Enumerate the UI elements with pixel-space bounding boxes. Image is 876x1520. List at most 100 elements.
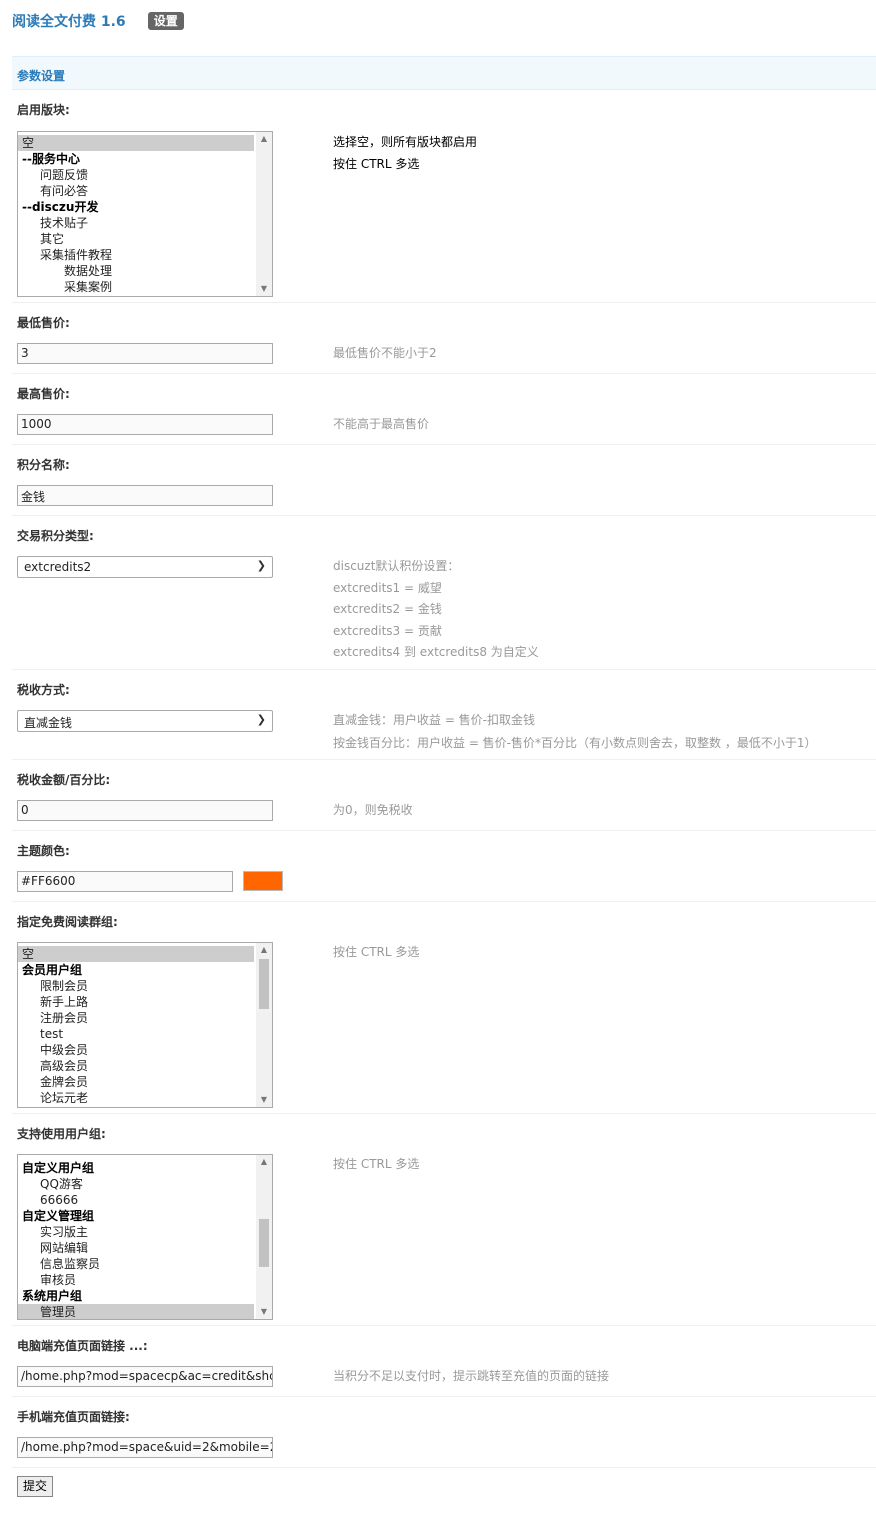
list-option[interactable]: 审核员 [18, 1272, 254, 1288]
divider [12, 669, 876, 670]
list-option[interactable]: 采集案例 [18, 279, 254, 295]
allowed-groups-hint: 按住 CTRL 多选 [333, 1157, 420, 1171]
list-option[interactable]: 高级会员 [18, 1058, 254, 1074]
list-option[interactable]: 限制会员 [18, 978, 254, 994]
divider [12, 759, 876, 760]
forums-label: 启用版块: [17, 103, 70, 117]
tax-mode-value: 直减金钱 [24, 716, 73, 730]
forums-options: 空 --服务中心 问题反馈 有问必答 --disczu开发 技术贴子 其它 采集插件教程 数据处… [18, 132, 272, 295]
list-option[interactable]: --服务中心 [18, 151, 254, 167]
forums-listbox[interactable]: 空 --服务中心 问题反馈 有问必答 --disczu开发 技术贴子 其它 采集插件教程 数据处… [17, 131, 273, 297]
scroll-down-arrow-icon[interactable]: ▼ [256, 1305, 272, 1319]
divider [12, 302, 876, 303]
divider [12, 515, 876, 516]
forums-hint-ctrl: 按住 CTRL 多选 [333, 157, 420, 171]
free-groups-label: 指定免费阅读群组: [17, 915, 118, 929]
mobile-recharge-label: 手机端充值页面链接: [17, 1410, 130, 1424]
scroll-down-arrow-icon[interactable]: ▼ [256, 1093, 272, 1107]
tax-mode-hint-0: 直减金钱：用户收益 = 售价-扣取金钱 [333, 713, 536, 727]
min-price-label: 最低售价: [17, 316, 70, 330]
scroll-thumb[interactable] [259, 959, 269, 1009]
min-price-input[interactable]: 3 [17, 343, 273, 364]
credit-type-hint-1: extcredits1 = 威望 [333, 581, 442, 595]
divider [12, 1467, 876, 1468]
list-option[interactable]: --disczu开发 [18, 199, 254, 215]
allowed-groups-label: 支持使用用户组: [17, 1127, 106, 1141]
list-option[interactable]: 有问必答 [18, 183, 254, 199]
divider [12, 830, 876, 831]
list-option[interactable]: 问题反馈 [18, 167, 254, 183]
scroll-up-arrow-icon[interactable]: ▲ [256, 1155, 272, 1169]
credit-name-input[interactable]: 金钱 [17, 485, 273, 506]
max-price-label: 最高售价: [17, 387, 70, 401]
list-option[interactable]: 数据处理 [18, 263, 254, 279]
section-title: 参数设置 [17, 69, 66, 83]
list-option[interactable]: 注册会员 [18, 1010, 254, 1026]
chevron-down-icon: ❯ [256, 559, 266, 572]
tax-mode-select[interactable]: 直减金钱 ❯ [17, 710, 273, 732]
tax-mode-hint-1: 按金钱百分比：用户收益 = 售价-售价*百分比（有小数点则舍去，取整数 ，最低不… [333, 736, 817, 750]
list-option[interactable]: 系统用户组 [18, 1288, 254, 1304]
theme-color-input[interactable]: #FF6600 [17, 871, 233, 892]
list-option[interactable]: 新手上路 [18, 994, 254, 1010]
forums-scrollbar[interactable]: ▲ ▼ [256, 132, 272, 296]
divider [12, 444, 876, 445]
list-option[interactable]: 中级会员 [18, 1042, 254, 1058]
submit-button[interactable]: 提交 [17, 1476, 53, 1497]
credit-type-hint-2: extcredits2 = 金钱 [333, 602, 442, 616]
mobile-recharge-input[interactable]: /home.php?mod=space&uid=2&mobile=2 [17, 1437, 273, 1458]
chevron-down-icon: ❯ [256, 713, 266, 726]
list-option[interactable]: 66666 [18, 1192, 254, 1208]
list-option[interactable]: QQ游客 [18, 1176, 254, 1192]
credit-type-select[interactable]: extcredits2 ❯ [17, 556, 273, 578]
section-header: 参数设置 [12, 56, 876, 90]
divider [12, 901, 876, 902]
scroll-down-arrow-icon[interactable]: ▼ [256, 282, 272, 296]
list-option[interactable]: 其它 [18, 231, 254, 247]
app-title: 阅读全文付费 1.6 [12, 14, 126, 30]
list-option[interactable]: 论坛元老 [18, 1090, 254, 1106]
scroll-thumb[interactable] [259, 1219, 269, 1267]
credit-type-hint-3: extcredits3 = 贡献 [333, 624, 442, 638]
allowed-groups-scrollbar[interactable]: ▲ ▼ [256, 1155, 272, 1319]
list-option[interactable]: 网站编辑 [18, 1240, 254, 1256]
free-groups-listbox[interactable]: 空会员用户组 限制会员 新手上路 注册会员 test 中级会员 高级会员 金牌会员 论坛元老 ▲… [17, 942, 273, 1108]
max-price-input[interactable]: 1000 [17, 414, 273, 435]
list-option[interactable]: 技术贴子 [18, 215, 254, 231]
allowed-groups-listbox[interactable]: 自定义用户组 QQ游客 66666 自定义管理组 实习版主 网站编辑 信息监察员 审核员 系统用… [17, 1154, 273, 1320]
settings-tab[interactable]: 设置 [147, 12, 184, 30]
list-option[interactable]: 自定义管理组 [18, 1208, 254, 1224]
free-groups-scrollbar[interactable]: ▲ ▼ [256, 943, 272, 1107]
scroll-up-arrow-icon[interactable]: ▲ [256, 943, 272, 957]
tax-mode-label: 税收方式: [17, 683, 70, 697]
divider [12, 1113, 876, 1114]
list-option[interactable]: 信息监察员 [18, 1256, 254, 1272]
color-swatch[interactable] [243, 871, 283, 891]
list-option[interactable]: 空 [18, 135, 254, 151]
allowed-groups-options: 自定义用户组 QQ游客 66666 自定义管理组 实习版主 网站编辑 信息监察员 审核员 系统用… [18, 1155, 272, 1319]
tax-amount-input[interactable]: 0 [17, 800, 273, 821]
credit-type-hint-4: extcredits4 到 extcredits8 为自定义 [333, 645, 539, 659]
max-price-hint: 不能高于最高售价 [333, 417, 430, 431]
list-option[interactable]: 会员用户组 [18, 962, 254, 978]
credit-type-value: extcredits2 [24, 560, 92, 574]
list-option[interactable]: 空 [18, 946, 254, 962]
min-price-hint: 最低售价不能小于2 [333, 346, 437, 360]
tax-amount-hint: 为0，则免税收 [333, 803, 413, 817]
list-option[interactable]: 实习版主 [18, 1224, 254, 1240]
list-option[interactable]: 采集插件教程 [18, 247, 254, 263]
forums-hint-empty: 选择空，则所有版块都启用 [333, 135, 478, 149]
credit-type-label: 交易积分类型: [17, 529, 94, 543]
list-option[interactable]: 金牌会员 [18, 1074, 254, 1090]
list-option[interactable]: 自定义用户组 [18, 1160, 254, 1176]
divider [12, 373, 876, 374]
credit-type-hint-0: discuzt默认积份设置： [333, 559, 460, 573]
scroll-up-arrow-icon[interactable]: ▲ [256, 132, 272, 146]
free-groups-options: 空会员用户组 限制会员 新手上路 注册会员 test 中级会员 高级会员 金牌会员 论坛元老 [18, 943, 272, 1106]
list-option[interactable]: test [18, 1026, 254, 1042]
theme-color-label: 主题颜色: [17, 844, 70, 858]
free-groups-hint: 按住 CTRL 多选 [333, 945, 420, 959]
pc-recharge-input[interactable]: /home.php?mod=spacecp&ac=credit&shc [17, 1366, 273, 1387]
list-option[interactable]: 管理员 [18, 1304, 254, 1319]
credit-name-label: 积分名称: [17, 458, 70, 472]
